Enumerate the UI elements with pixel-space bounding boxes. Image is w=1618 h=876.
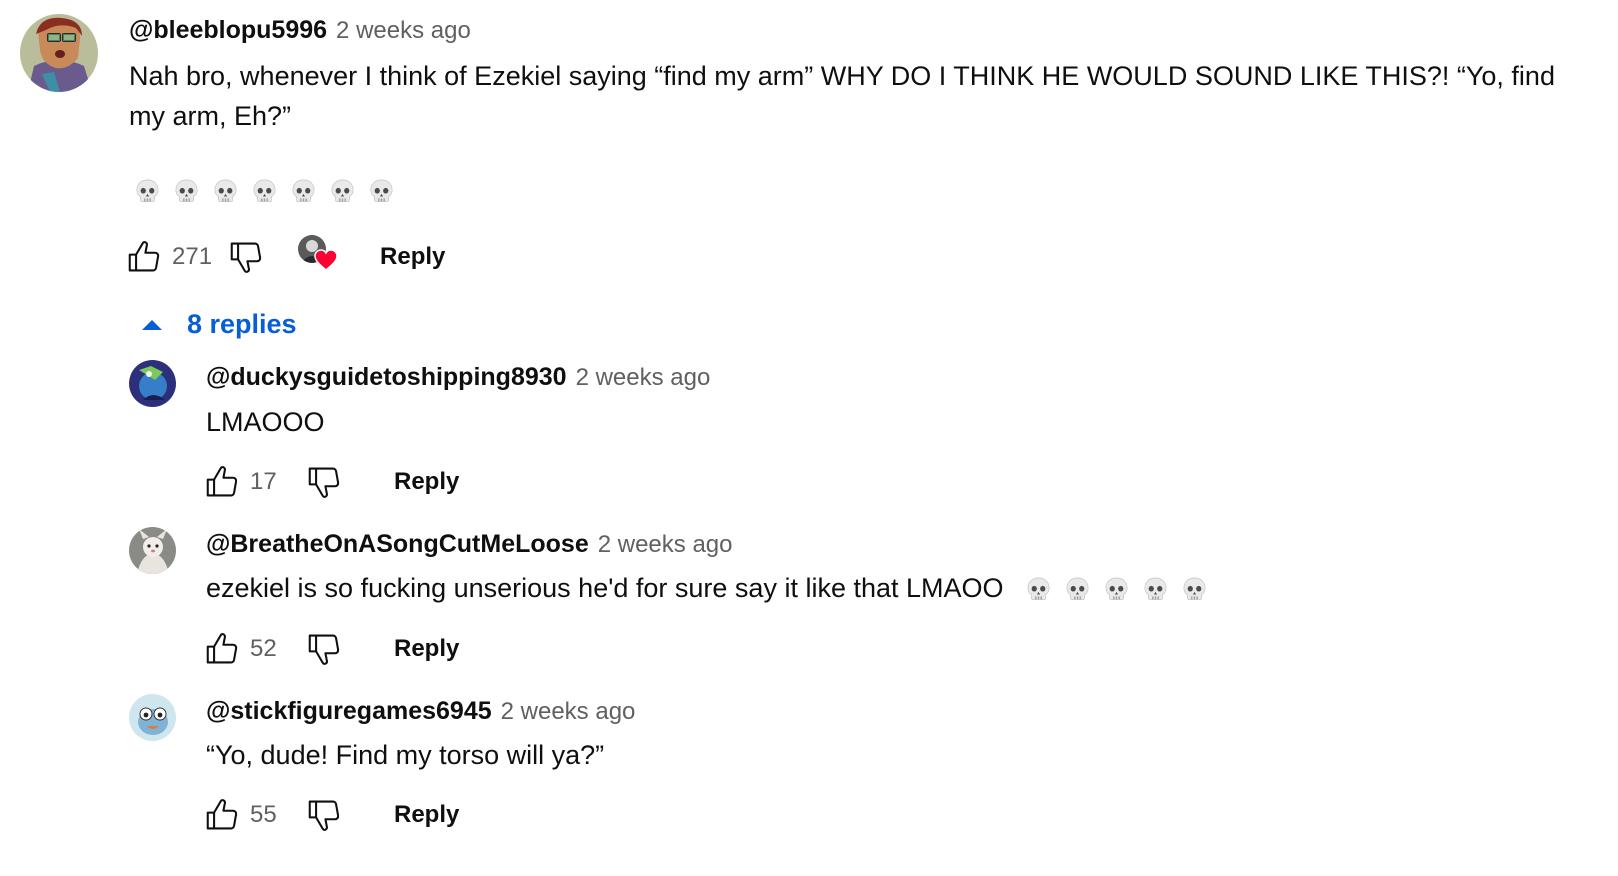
reply-actions: 55 Reply (202, 793, 459, 837)
thumb-up-icon (203, 796, 241, 834)
skull-emoji-icon (329, 178, 356, 205)
reply-text: LMAOOO (206, 402, 325, 442)
skull-emoji-icon (212, 178, 239, 205)
comment-emoji-row (134, 178, 395, 205)
reply-header: @duckysguidetoshipping8930 2 weeks ago (206, 363, 710, 392)
reply-author[interactable]: @stickfiguregames6945 (206, 697, 492, 726)
reply-header: @stickfiguregames6945 2 weeks ago (206, 697, 635, 726)
reply-text: “Yo, dude! Find my torso will ya?” (206, 735, 604, 775)
skull-emoji-icon (290, 178, 317, 205)
dislike-button[interactable] (304, 629, 344, 669)
comment-timestamp[interactable]: 2 weeks ago (336, 17, 471, 45)
like-button[interactable] (202, 629, 242, 669)
dislike-button[interactable] (304, 795, 344, 835)
reply-button[interactable]: Reply (380, 243, 445, 271)
reply-actions: 52 Reply (202, 627, 459, 671)
avatar[interactable] (129, 360, 176, 407)
skull-emoji-icon (1142, 576, 1169, 603)
skull-emoji-icon (1103, 576, 1130, 603)
heart-icon (314, 249, 338, 271)
skull-emoji-icon (368, 178, 395, 205)
reply-button[interactable]: Reply (394, 468, 459, 496)
reply-button[interactable]: Reply (394, 801, 459, 829)
reply-author[interactable]: @duckysguidetoshipping8930 (206, 363, 567, 392)
like-button[interactable] (202, 795, 242, 835)
comment-author[interactable]: @bleeblopu5996 (129, 16, 327, 45)
replies-toggle-label: 8 replies (187, 309, 297, 339)
avatar[interactable] (129, 694, 176, 741)
skull-emoji-icon (1025, 576, 1052, 603)
replies-toggle[interactable]: 8 replies (142, 309, 297, 340)
thumb-down-icon (227, 238, 265, 276)
reply-header: @BreatheOnASongCutMeLoose 2 weeks ago (206, 530, 733, 559)
thumb-down-icon (305, 796, 343, 834)
reply-author[interactable]: @BreatheOnASongCutMeLoose (206, 530, 589, 559)
thumb-down-icon (305, 463, 343, 501)
reply-timestamp[interactable]: 2 weeks ago (576, 364, 711, 392)
reply-button[interactable]: Reply (394, 635, 459, 663)
reply-actions: 17 Reply (202, 460, 459, 504)
thumb-down-icon (305, 630, 343, 668)
skull-emoji-icon (134, 178, 161, 205)
like-button[interactable] (202, 462, 242, 502)
comment-header: @bleeblopu5996 2 weeks ago (129, 16, 471, 45)
skull-emoji-icon (173, 178, 200, 205)
thumb-up-icon (203, 630, 241, 668)
like-count: 271 (172, 243, 213, 270)
skull-emoji-icon (251, 178, 278, 205)
comment-text-content: Nah bro, whenever I think of Ezekiel say… (129, 61, 1555, 131)
comment-text: Nah bro, whenever I think of Ezekiel say… (129, 56, 1569, 136)
like-count: 52 (250, 635, 277, 662)
like-count: 55 (250, 801, 277, 828)
skull-emoji-icon (1181, 576, 1208, 603)
skull-emoji-icon (1064, 576, 1091, 603)
dislike-button[interactable] (226, 237, 266, 277)
reply-text-content: LMAOOO (206, 407, 325, 437)
like-count: 17 (250, 468, 277, 495)
reply-text-content: ezekiel is so fucking unserious he'd for… (206, 573, 1004, 603)
chevron-up-triangle-icon (142, 319, 162, 330)
reply-timestamp[interactable]: 2 weeks ago (598, 531, 733, 559)
reply-timestamp[interactable]: 2 weeks ago (501, 698, 636, 726)
like-button[interactable] (124, 237, 164, 277)
avatar[interactable] (129, 527, 176, 574)
thumb-up-icon (125, 238, 163, 276)
reply-text: ezekiel is so fucking unserious he'd for… (206, 568, 1208, 608)
reply-text-content: “Yo, dude! Find my torso will ya?” (206, 740, 605, 770)
comment-actions: 271 Reply (124, 235, 445, 279)
creator-heart-badge[interactable] (298, 235, 342, 279)
thumb-up-icon (203, 463, 241, 501)
reply-emoji-row (1025, 576, 1208, 603)
dislike-button[interactable] (304, 462, 344, 502)
avatar[interactable] (20, 14, 98, 92)
